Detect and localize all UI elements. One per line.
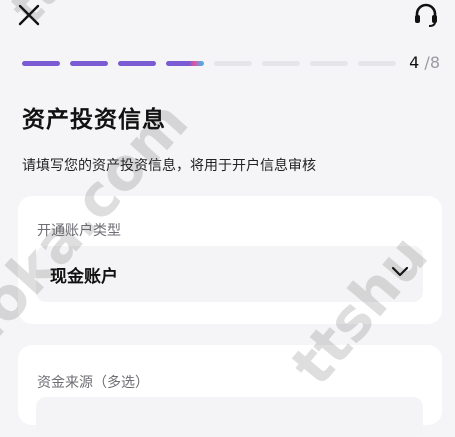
- headset-icon: [415, 3, 437, 27]
- step-progress-bar: [22, 60, 397, 66]
- progress-segment-6: [262, 61, 300, 66]
- progress-segment-3: [118, 61, 156, 66]
- step-current: 4: [409, 53, 420, 72]
- step-total: /8: [424, 53, 440, 72]
- progress-segment-7: [310, 61, 348, 66]
- progress-segment-2: [70, 61, 108, 66]
- step-counter: 4 /8: [400, 53, 440, 72]
- close-icon: [18, 4, 40, 26]
- progress-segment-5: [214, 61, 252, 66]
- progress-segment-4: [166, 61, 204, 66]
- page-subtitle: 请填写您的资产投资信息，将用于开户信息审核: [22, 158, 316, 174]
- account-type-value: 现金账户: [50, 267, 118, 287]
- account-type-select[interactable]: 现金账户: [36, 246, 423, 302]
- close-button[interactable]: [14, 2, 44, 30]
- account-type-card: 开通账户类型 现金账户: [18, 196, 442, 324]
- customer-service-button[interactable]: [410, 2, 442, 30]
- fund-source-label: 资金来源（多选）: [37, 375, 149, 391]
- fund-source-select[interactable]: [36, 397, 423, 437]
- page-title: 资产投资信息: [22, 107, 166, 133]
- progress-segment-8: [358, 61, 396, 66]
- top-bar: [0, 0, 455, 36]
- progress-segment-1: [22, 61, 60, 66]
- account-type-label: 开通账户类型: [37, 223, 121, 239]
- chevron-down-icon: [391, 266, 409, 277]
- fund-source-card: 资金来源（多选）: [18, 345, 442, 437]
